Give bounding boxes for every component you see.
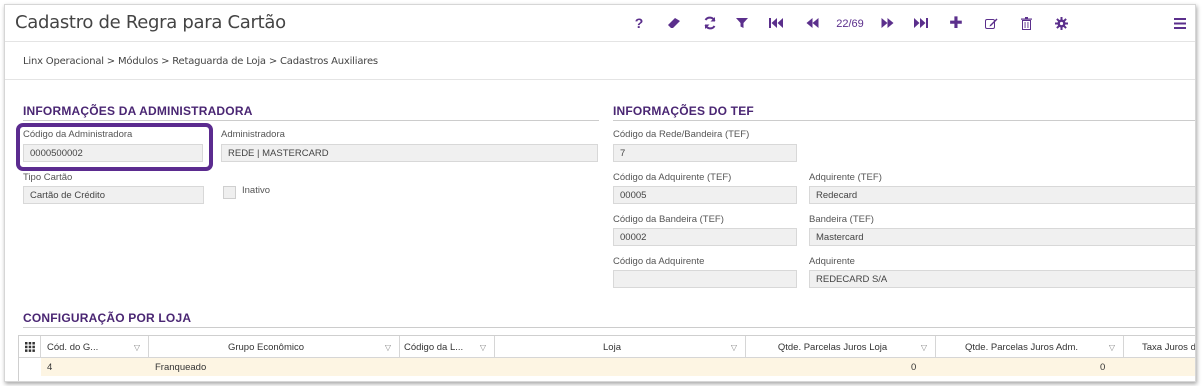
section-divider — [23, 120, 599, 121]
adquirente-field[interactable]: REDECARD S/A — [809, 270, 1195, 288]
page-title: Cadastro de Regra para Cartão — [15, 12, 286, 33]
filter-icon[interactable] — [733, 14, 751, 32]
title-bar: Cadastro de Regra para Cartão ? 22/69 ✚ — [5, 5, 1195, 41]
title-divider — [5, 41, 1195, 42]
adquirente-label: Adquirente — [809, 256, 855, 267]
adquirente-tef-label: Adquirente (TEF) — [809, 172, 882, 183]
adquirente-tef-field[interactable]: Redecard — [809, 186, 1195, 204]
bandeira-tef-label: Bandeira (TEF) — [809, 214, 874, 225]
section-title-configuracao: CONFIGURAÇÃO POR LOJA — [23, 311, 192, 325]
section-divider — [613, 120, 1195, 121]
edit-icon[interactable] — [982, 14, 1000, 32]
codigo-adquirente-tef-field[interactable]: 00005 — [613, 186, 797, 204]
bandeira-tef-field[interactable]: Mastercard — [809, 228, 1195, 246]
administradora-field[interactable]: REDE | MASTERCARD — [221, 144, 598, 162]
column-header-qtde-parcelas-adm[interactable]: Qtde. Parcelas Juros Adm. ▽ — [936, 336, 1124, 358]
last-page-icon[interactable] — [912, 14, 930, 32]
cell-qtde-parcelas-loja: 0 — [911, 361, 917, 373]
inativo-checkbox[interactable] — [223, 186, 236, 199]
column-header-qtde-parcelas-loja[interactable]: Qtde. Parcelas Juros Loja ▽ — [746, 336, 936, 358]
cell-qtde-parcelas-adm: 0 — [1100, 361, 1106, 373]
previous-page-icon[interactable] — [803, 14, 821, 32]
codigo-adquirente-field[interactable] — [613, 270, 797, 288]
codigo-bandeira-tef-field[interactable]: 00002 — [613, 228, 797, 246]
cell-cod-grupo: 4 — [47, 361, 53, 373]
tipo-cartao-field[interactable]: Cartão de Crédito — [23, 186, 204, 204]
column-filter-icon[interactable]: ▽ — [1107, 343, 1117, 352]
column-header-loja[interactable]: Loja ▽ — [495, 336, 746, 358]
table-row[interactable]: 4 Franqueado 0 0 — [41, 358, 1195, 376]
column-filter-icon[interactable]: ▽ — [478, 343, 488, 352]
app-window: Cadastro de Regra para Cartão ? 22/69 ✚ … — [4, 4, 1196, 382]
column-header-codigo-loja[interactable]: Código da L... ▽ — [400, 336, 495, 358]
column-header-label: Qtde. Parcelas Juros Adm. — [965, 341, 1078, 353]
trash-icon[interactable] — [1017, 14, 1035, 32]
breadcrumb-divider — [5, 79, 1195, 80]
refresh-icon[interactable] — [701, 14, 719, 32]
column-header-cod-grupo[interactable]: Cód. do G... ▽ — [41, 336, 149, 358]
first-page-icon[interactable] — [767, 14, 785, 32]
breadcrumb[interactable]: Linx Operacional > Módulos > Retaguarda … — [23, 56, 378, 67]
question-icon[interactable]: ? — [630, 14, 648, 32]
column-header-label: Loja — [603, 341, 621, 353]
eraser-icon[interactable] — [665, 14, 683, 32]
grid-menu-icon[interactable] — [19, 336, 41, 358]
tipo-cartao-label: Tipo Cartão — [23, 172, 73, 183]
hamburger-icon[interactable] — [1171, 14, 1189, 32]
codigo-adquirente-label: Código da Adquirente — [613, 256, 705, 267]
column-header-taxa-juros[interactable]: Taxa Juros de — [1124, 336, 1196, 358]
highlight-box — [16, 123, 213, 171]
column-header-label: Código da L... — [404, 341, 464, 353]
configuracao-grid: Cód. do G... ▽ Grupo Econômico ▽ Código … — [18, 335, 1196, 381]
plus-icon[interactable]: ✚ — [947, 14, 965, 32]
codigo-bandeira-tef-label: Código da Bandeira (TEF) — [613, 214, 724, 225]
column-header-grupo-economico[interactable]: Grupo Econômico ▽ — [149, 336, 400, 358]
codigo-rede-field[interactable]: 7 — [613, 144, 797, 162]
page-indicator: 22/69 — [836, 18, 864, 30]
inativo-label: Inativo — [242, 185, 270, 196]
administradora-label: Administradora — [221, 129, 285, 140]
grid-header: Cód. do G... ▽ Grupo Econômico ▽ Código … — [19, 336, 1196, 358]
column-header-label: Qtde. Parcelas Juros Loja — [777, 341, 888, 353]
column-filter-icon[interactable]: ▽ — [729, 343, 739, 352]
section-title-administradora: INFORMAÇÕES DA ADMINISTRADORA — [23, 104, 253, 118]
column-filter-icon[interactable]: ▽ — [383, 343, 393, 352]
codigo-adquirente-tef-label: Código da Adquirente (TEF) — [613, 172, 732, 183]
column-header-label: Grupo Econômico — [227, 341, 305, 353]
next-page-icon[interactable] — [878, 14, 896, 32]
codigo-rede-label: Código da Rede/Bandeira (TEF) — [613, 129, 750, 140]
column-filter-icon[interactable]: ▽ — [919, 343, 929, 352]
gear-icon[interactable] — [1052, 14, 1070, 32]
cell-grupo-economico: Franqueado — [155, 361, 207, 373]
column-filter-icon[interactable]: ▽ — [132, 343, 142, 352]
column-header-label: Cód. do G... — [47, 341, 99, 353]
section-divider — [23, 327, 1195, 328]
column-header-label: Taxa Juros de — [1142, 341, 1196, 353]
section-title-tef: INFORMAÇÕES DO TEF — [613, 104, 754, 118]
